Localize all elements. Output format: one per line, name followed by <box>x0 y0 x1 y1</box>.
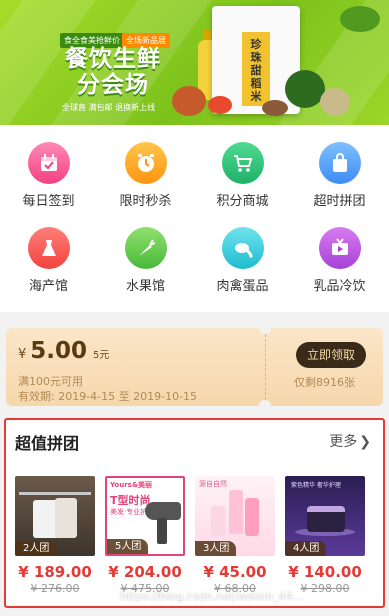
claim-coupon-button[interactable]: 立即领取 <box>296 342 366 368</box>
product-image-text: 源自自然 <box>199 480 227 488</box>
coupon-condition: 满100元可用 <box>18 375 83 388</box>
bag-icon <box>318 142 361 184</box>
category-label: 每日签到 <box>22 194 75 209</box>
clothes-rack <box>19 492 91 495</box>
rice-bag-name: 珍珠甜稻米 <box>250 38 262 103</box>
banner-title: 餐饮生鲜 分会场 <box>58 46 168 98</box>
category-label: 积分商城 <box>216 194 269 209</box>
product-image: 紫色精华 奢华护理 4人团 <box>285 476 365 556</box>
product-image: Yours&美丽 T型时尚 美发·专业护发 5人团 <box>105 476 185 556</box>
section-title: 超值拼团 <box>15 434 80 453</box>
category-label: 海产馆 <box>28 279 68 294</box>
meat-image <box>262 100 288 116</box>
fruit-image <box>172 86 206 116</box>
banner-title-line: 分会场 <box>77 72 149 98</box>
bottle-shape <box>245 498 259 536</box>
category-seafood[interactable]: 海产馆 <box>0 227 97 294</box>
watermark: https://blog.csdn.net/weixin_44... <box>120 590 304 603</box>
product-card[interactable]: 源自自然 3人团 ¥ 45.00 ¥ 68.00 <box>195 476 275 595</box>
category-label: 限时秒杀 <box>119 194 172 209</box>
product-image-text: T型时尚 <box>110 494 151 507</box>
coupon-divider <box>265 334 266 400</box>
group-size-badge: 2人团 <box>15 541 57 556</box>
calendar-icon <box>27 142 70 184</box>
mushroom-image <box>320 88 350 116</box>
carrot-icon <box>124 227 167 269</box>
group-size-badge: 5人团 <box>107 539 149 554</box>
category-fruit[interactable]: 水果馆 <box>97 227 194 294</box>
category-points-mall[interactable]: 积分商城 <box>194 142 291 209</box>
cart-icon <box>221 142 264 184</box>
coupon-card: ¥ 5.00 5元 满100元可用 有效期: 2019-4-15 至 2019-… <box>6 322 383 412</box>
tomato-image <box>208 96 232 114</box>
coupon-remaining: 仅剩8916张 <box>294 376 355 389</box>
product-card[interactable]: Yours&美丽 T型时尚 美发·专业护发 5人团 ¥ 204.00 ¥ 475… <box>105 476 185 595</box>
product-image-text: 紫色精华 奢华护理 <box>291 482 341 489</box>
coupon-section: ¥ 5.00 5元 满100元可用 有效期: 2019-4-15 至 2019-… <box>0 312 389 412</box>
product-original-price: ¥ 276.00 <box>30 582 80 595</box>
product-price: ¥ 140.00 <box>288 563 362 581</box>
group-size-badge: 4人团 <box>285 541 327 556</box>
product-price: ¥ 204.00 <box>108 563 182 581</box>
product-card[interactable]: 2人团 ¥ 189.00 ¥ 276.00 <box>15 476 95 595</box>
chicken-icon <box>221 227 264 269</box>
alarm-clock-icon <box>124 142 167 184</box>
category-daily-checkin[interactable]: 每日签到 <box>0 142 97 209</box>
promo-banner[interactable]: 食全食美抢鲜价 全场新品展 餐饮生鲜 分会场 全球直 满包邮 退换新上线 珍珠甜… <box>0 0 389 125</box>
category-group-buy[interactable]: 超时拼团 <box>291 142 388 209</box>
coupon-value: ¥ 5.00 5元 <box>18 338 109 364</box>
category-label: 肉禽蛋品 <box>216 279 269 294</box>
category-meat-eggs[interactable]: 肉禽蛋品 <box>194 227 291 294</box>
tv-icon <box>318 227 361 269</box>
category-grid: 每日签到 限时秒杀 积分商城 超时拼团 海产馆 水果馆 肉禽蛋品 乳品冷饮 <box>0 125 389 312</box>
more-label: 更多 <box>329 434 358 450</box>
coupon-unit: 5元 <box>93 350 110 361</box>
banner-subtitle: 全球直 满包邮 退换新上线 <box>62 103 156 112</box>
bottle-shape <box>229 490 243 534</box>
product-card[interactable]: 紫色精华 奢华护理 4人团 ¥ 140.00 ¥ 298.00 <box>285 476 365 595</box>
category-flash-sale[interactable]: 限时秒杀 <box>97 142 194 209</box>
category-label: 水果馆 <box>125 279 165 294</box>
category-label: 乳品冷饮 <box>313 279 366 294</box>
shirt-shape <box>55 498 77 538</box>
more-link[interactable]: 更多 ❯ <box>329 431 371 451</box>
chevron-right-icon: ❯ <box>359 434 371 450</box>
product-price: ¥ 45.00 <box>203 563 267 581</box>
coupon-validity: 有效期: 2019-4-15 至 2019-10-15 <box>18 390 198 403</box>
cream-jar-shape <box>307 506 345 532</box>
hair-dryer-handle <box>157 518 167 544</box>
dress-icon <box>27 227 70 269</box>
coupon-amount: 5.00 <box>30 338 88 364</box>
product-image: 源自自然 3人团 <box>195 476 275 556</box>
category-dairy-drinks[interactable]: 乳品冷饮 <box>291 227 388 294</box>
product-price: ¥ 189.00 <box>18 563 92 581</box>
group-buy-section: 超值拼团 更多 ❯ 2人团 ¥ 189.00 ¥ 276.00 Yours&美丽 … <box>4 418 385 608</box>
greens-image <box>340 6 380 32</box>
bottle-shape <box>211 506 225 536</box>
coupon-notch <box>259 400 271 412</box>
coupon-notch <box>259 322 271 334</box>
currency-symbol: ¥ <box>18 347 27 362</box>
product-image-text: Yours&美丽 <box>110 481 152 489</box>
vegetable-image <box>285 70 325 108</box>
product-image: 2人团 <box>15 476 95 556</box>
banner-title-line: 餐饮生鲜 <box>65 46 161 72</box>
group-size-badge: 3人团 <box>195 541 237 556</box>
category-label: 超时拼团 <box>313 194 366 209</box>
